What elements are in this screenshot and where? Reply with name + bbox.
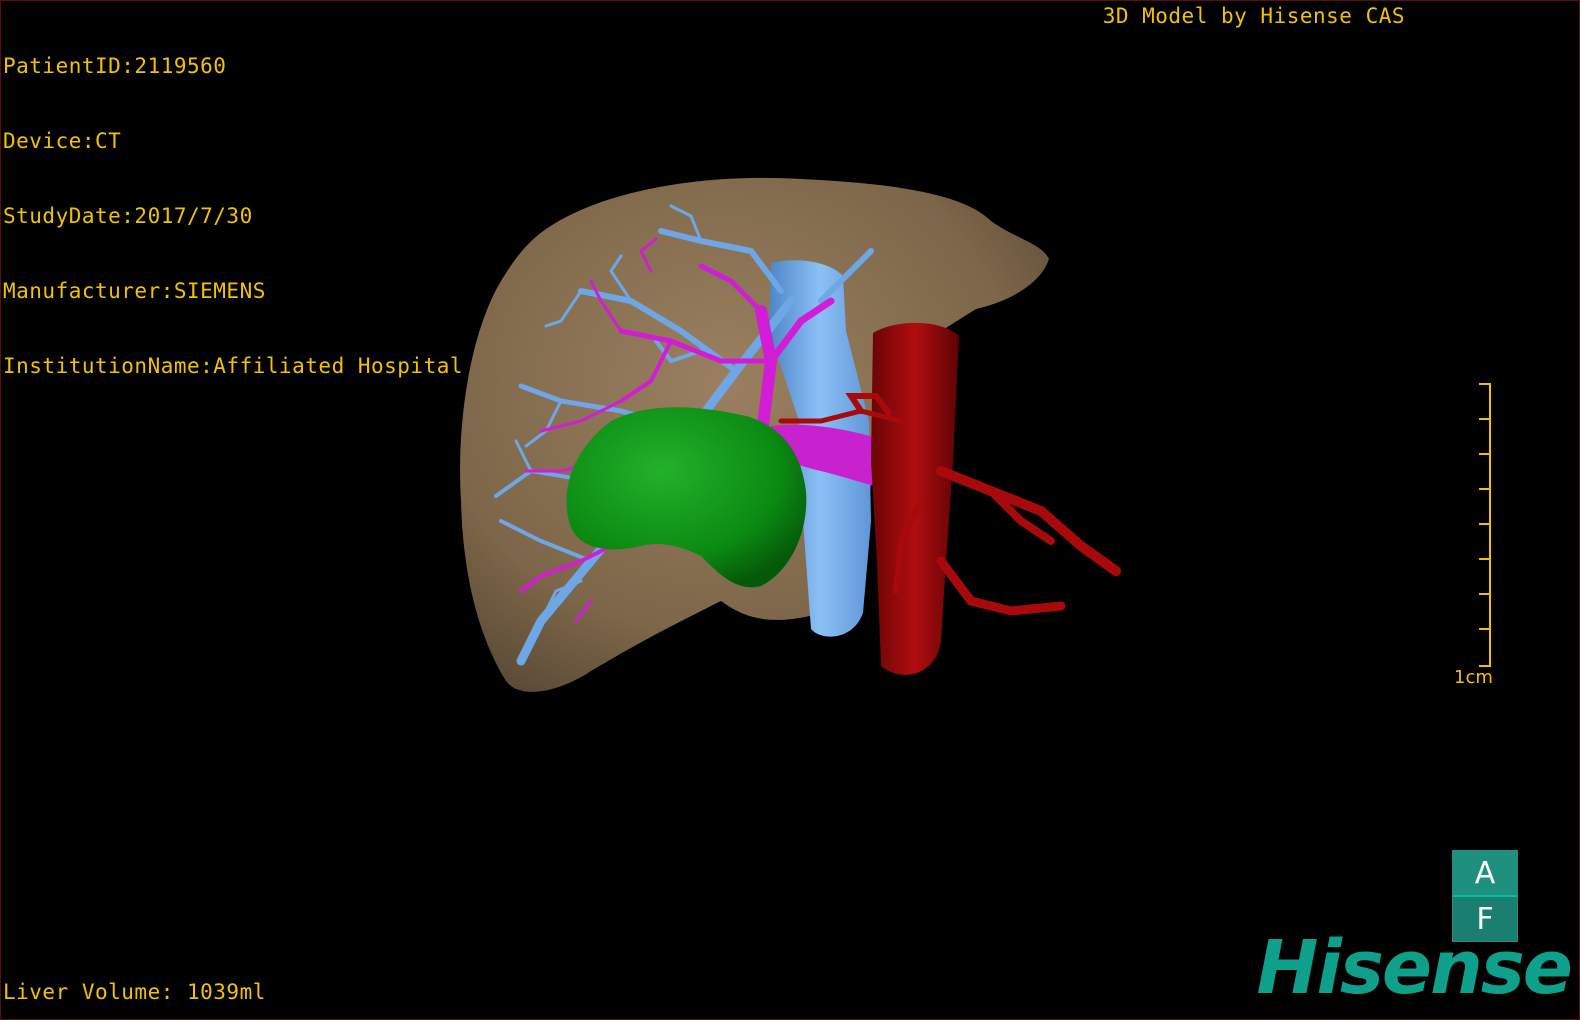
aorta xyxy=(871,322,959,675)
scale-bar-label: 1cm xyxy=(1454,667,1493,688)
3d-viewport[interactable]: PatientID:2119560 Device:CT StudyDate:20… xyxy=(0,0,1580,1020)
scale-bar xyxy=(1479,383,1491,667)
liver-3d-model[interactable] xyxy=(1,1,1579,1019)
liver-volume: Liver Volume: 1039ml xyxy=(3,980,266,1004)
orientation-anterior: A xyxy=(1453,851,1517,895)
hisense-logo: Hisense xyxy=(1256,925,1573,1011)
